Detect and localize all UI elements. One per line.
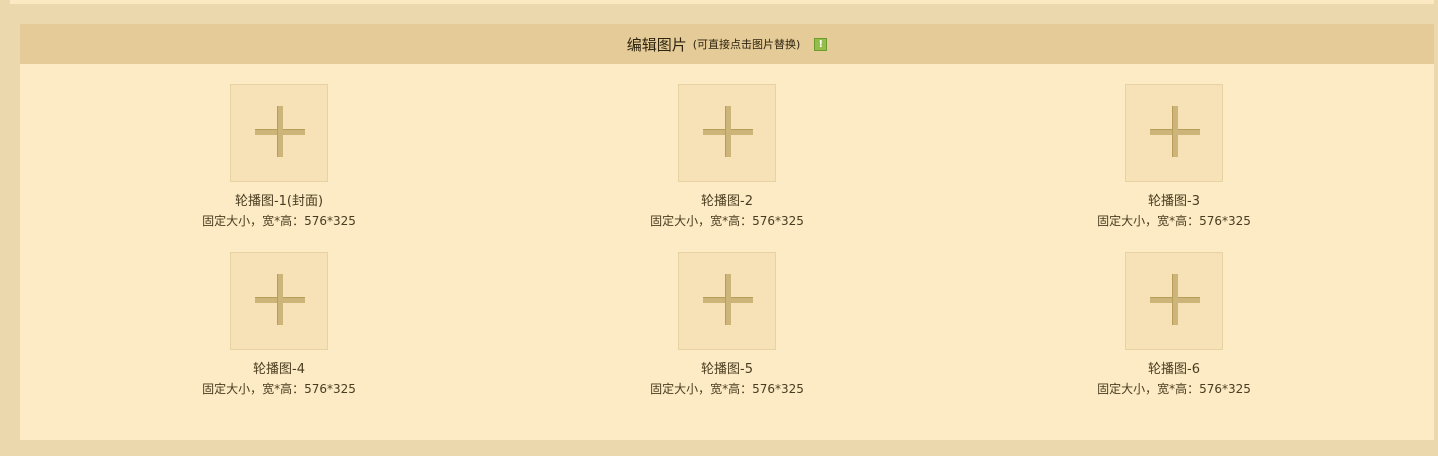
upload-image-button-5[interactable] [678,252,776,350]
previous-panel-edge [10,0,1434,4]
plus-icon [277,274,283,325]
slot-size-hint: 固定大小，宽*高：576*325 [650,382,804,396]
slot-name: 轮播图-1(封面) [234,194,324,209]
plus-icon [1172,106,1178,157]
image-slot-1: 轮播图-1(封面) 固定大小，宽*高：576*325 [179,84,379,228]
upload-image-button-4[interactable] [230,252,328,350]
slot-size-hint: 固定大小，宽*高：576*325 [1097,214,1251,228]
panel-subtitle: (可直接点击图片替换) [692,38,801,51]
image-slot-4: 轮播图-4 固定大小，宽*高：576*325 [179,252,379,396]
panel-title: 编辑图片 [626,35,687,54]
plus-icon [277,106,283,157]
slot-name: 轮播图-2 [701,194,753,209]
slot-size-hint: 固定大小，宽*高：576*325 [1097,382,1251,396]
plus-icon [725,106,731,157]
slot-name: 轮播图-3 [1148,194,1200,209]
upload-image-button-2[interactable] [678,84,776,182]
slot-name: 轮播图-5 [701,362,753,377]
image-slot-6: 轮播图-6 固定大小，宽*高：576*325 [1074,252,1274,396]
slot-name: 轮播图-6 [1148,362,1200,377]
plus-icon [725,274,731,325]
info-icon[interactable]: ! [814,37,828,51]
plus-icon [1172,274,1178,325]
bottom-strip [0,440,1438,456]
panel-header: 编辑图片 (可直接点击图片替换) ! [20,24,1434,64]
image-slot-2: 轮播图-2 固定大小，宽*高：576*325 [627,84,827,228]
top-strip [0,0,1438,6]
edit-images-panel: 编辑图片 (可直接点击图片替换) ! 轮播图-1(封面) 固定大小，宽*高：57… [20,24,1434,440]
image-slot-3: 轮播图-3 固定大小，宽*高：576*325 [1074,84,1274,228]
upload-image-button-3[interactable] [1125,84,1223,182]
upload-image-button-6[interactable] [1125,252,1223,350]
slot-name: 轮播图-4 [253,362,305,377]
slot-size-hint: 固定大小，宽*高：576*325 [202,214,356,228]
upload-image-button-1[interactable] [230,84,328,182]
image-slot-5: 轮播图-5 固定大小，宽*高：576*325 [627,252,827,396]
slot-size-hint: 固定大小，宽*高：576*325 [650,214,804,228]
slot-size-hint: 固定大小，宽*高：576*325 [202,382,356,396]
